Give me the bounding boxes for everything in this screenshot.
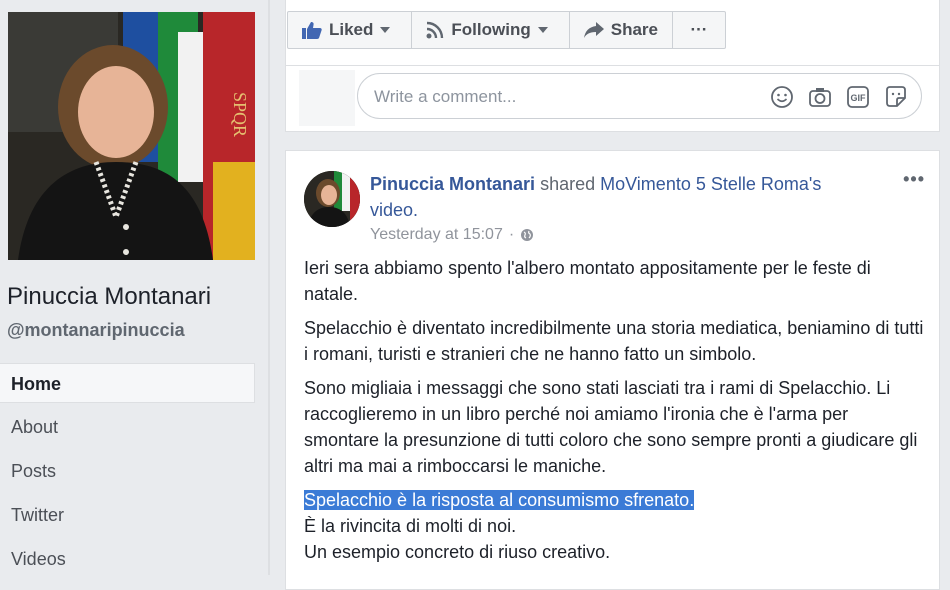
page-action-bar: Liked Following Share ··· bbox=[287, 11, 726, 49]
author-avatar[interactable] bbox=[304, 171, 360, 227]
thumbs-up-icon bbox=[302, 22, 322, 39]
comment-input[interactable]: Write a comment... GIF bbox=[357, 73, 922, 119]
author-avatar-image bbox=[304, 171, 360, 227]
post-paragraph: Ieri sera abbiamo spento l'albero montat… bbox=[304, 258, 871, 304]
nav-item-home[interactable]: Home bbox=[0, 363, 255, 403]
rss-icon bbox=[426, 21, 444, 39]
post-timestamp[interactable]: Yesterday at 15:07 bbox=[370, 226, 503, 244]
liked-button[interactable]: Liked bbox=[288, 12, 413, 48]
comment-placeholder: Write a comment... bbox=[374, 87, 517, 106]
post-options-button[interactable]: ••• bbox=[903, 169, 925, 190]
comment-tools: GIF bbox=[769, 84, 909, 110]
nav-item-posts[interactable]: Posts bbox=[0, 451, 255, 491]
liked-label: Liked bbox=[329, 20, 374, 39]
post-paragraph: Spelacchio è diventato incredibilmente u… bbox=[304, 318, 924, 364]
selected-text: Spelacchio è la risposta al consumismo s… bbox=[304, 490, 695, 510]
following-label: Following bbox=[451, 20, 531, 39]
divider bbox=[286, 65, 939, 66]
emoji-icon[interactable] bbox=[769, 84, 795, 110]
following-button[interactable]: Following bbox=[412, 12, 570, 48]
shared-text: shared bbox=[540, 174, 596, 194]
share-label: Share bbox=[610, 20, 658, 39]
chevron-down-icon bbox=[380, 27, 391, 33]
page-name[interactable]: Pinuccia Montanari bbox=[7, 283, 211, 311]
sticker-icon[interactable] bbox=[883, 84, 909, 110]
page-sidebar: SPQR Pinuccia Montanari @montanaripinucc… bbox=[0, 0, 268, 575]
gif-icon[interactable]: GIF bbox=[845, 84, 871, 110]
nav-item-about[interactable]: About bbox=[0, 407, 255, 447]
share-arrow-icon bbox=[583, 22, 604, 38]
post-line: Un esempio concreto di riuso creativo. bbox=[304, 542, 611, 562]
page-nav: Home About Posts Twitter Videos bbox=[0, 363, 255, 583]
share-button[interactable]: Share bbox=[570, 12, 673, 48]
nav-item-twitter[interactable]: Twitter bbox=[0, 495, 255, 535]
chevron-down-icon bbox=[537, 27, 548, 33]
post-meta: Yesterday at 15:07 · bbox=[370, 226, 534, 244]
shared-page-link[interactable]: MoVimento 5 Stelle Roma's bbox=[600, 174, 821, 194]
post-header: Pinuccia Montanari shared MoVimento 5 St… bbox=[370, 171, 870, 223]
post-line: È la rivincita di molti di noi. bbox=[304, 516, 517, 536]
sidebar-divider bbox=[268, 0, 270, 575]
svg-text:GIF: GIF bbox=[851, 93, 867, 103]
globe-icon[interactable] bbox=[520, 228, 534, 242]
post-author-link[interactable]: Pinuccia Montanari bbox=[370, 174, 535, 194]
nav-item-videos[interactable]: Videos bbox=[0, 539, 255, 579]
camera-icon[interactable] bbox=[807, 84, 833, 110]
post-text: Ieri sera abbiamo spento l'albero montat… bbox=[304, 255, 924, 565]
profile-picture[interactable]: SPQR bbox=[8, 12, 255, 260]
commenter-avatar bbox=[299, 70, 355, 126]
post-paragraph: Sono migliaia i messaggi che sono stati … bbox=[304, 378, 918, 476]
profile-photo-image: SPQR bbox=[8, 12, 255, 260]
page-actions-card: Liked Following Share ··· Write a commen… bbox=[285, 0, 940, 132]
svg-text:SPQR: SPQR bbox=[230, 92, 250, 137]
shared-video-link[interactable]: video. bbox=[370, 200, 418, 220]
meta-separator: · bbox=[508, 226, 515, 243]
post-card: Pinuccia Montanari shared MoVimento 5 St… bbox=[285, 150, 940, 590]
page-handle[interactable]: @montanaripinuccia bbox=[7, 320, 185, 341]
more-actions-button[interactable]: ··· bbox=[673, 12, 725, 48]
